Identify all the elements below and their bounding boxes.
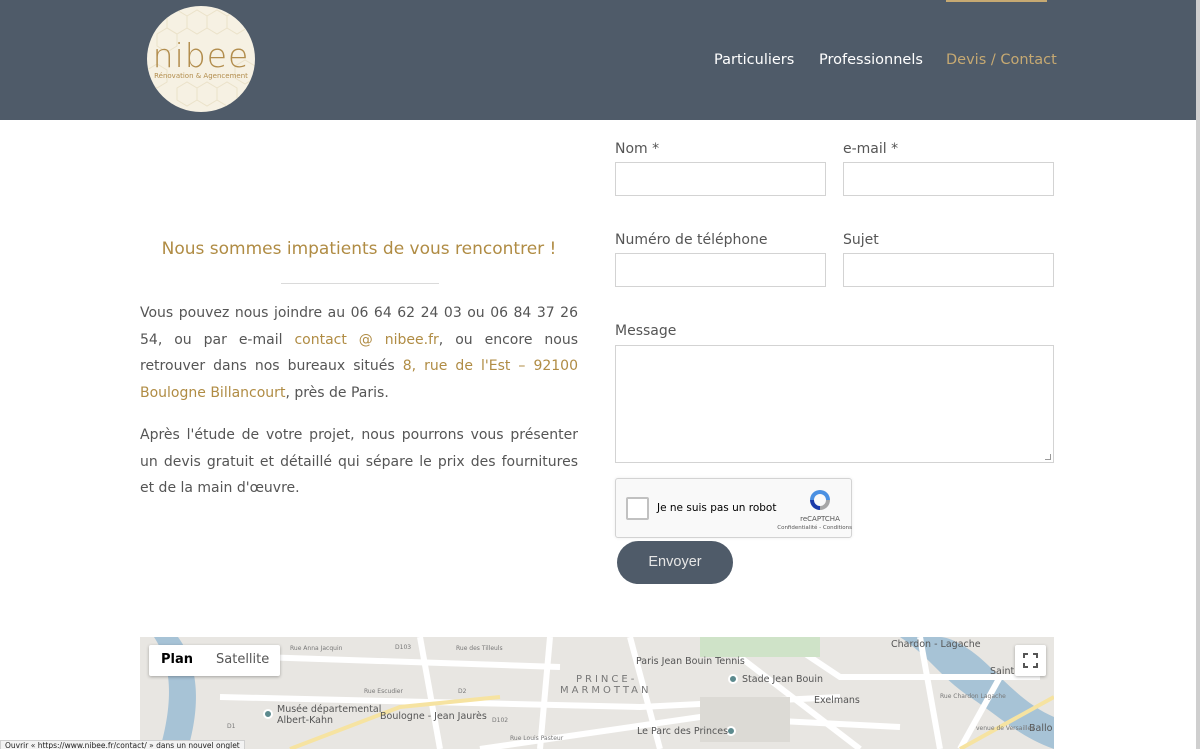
contact-tagline: Nous sommes impatients de vous rencontre… (161, 239, 557, 259)
recaptcha-checkbox[interactable] (626, 497, 649, 520)
map-label-parc-princes: Le Parc des Princes (637, 726, 729, 737)
logo-wordmark: nibee (152, 36, 250, 75)
map-label-rue-anna-jacquin: Rue Anna Jacquin (290, 645, 343, 652)
nom-label: Nom * (615, 141, 660, 157)
map-label-saint: Saint (990, 666, 1015, 677)
header-accent-bar (946, 0, 1047, 2)
map-label-avenue-versailles: venue de Versailles (976, 725, 1035, 732)
map-plan-button[interactable]: Plan (161, 652, 193, 667)
nav-professionnels[interactable]: Professionnels (819, 52, 923, 68)
map-label-rue-escudier: Rue Escudier (364, 688, 403, 695)
map-fullscreen-button[interactable] (1015, 645, 1046, 676)
recaptcha-label: Je ne suis pas un robot (657, 502, 777, 514)
recaptcha-brand: reCAPTCHA (800, 515, 840, 523)
map-label-d103: D103 (395, 644, 412, 651)
email-label: e-mail * (843, 141, 899, 157)
quote-paragraph: Après l'étude de votre projet, nous pour… (140, 427, 578, 496)
phone-input[interactable] (615, 253, 826, 287)
map-label-prince-1: PRINCE- (576, 674, 638, 685)
map-pin-musee[interactable] (263, 709, 273, 719)
map-label-musee-1: Musée départemental (277, 704, 382, 715)
recaptcha-widget: Je ne suis pas un robot reCAPTCHA Confid… (615, 478, 852, 538)
logo-subtitle: Rénovation & Agencement (154, 72, 248, 80)
map-label-prince-2: MARMOTTAN (560, 685, 652, 696)
resize-handle-icon[interactable] (1045, 454, 1051, 460)
message-label: Message (615, 323, 677, 339)
map-label-chardon: Chardon - Lagache (891, 639, 981, 650)
subject-label: Sujet (843, 232, 879, 248)
map-label-stade-jean-bouin: Stade Jean Bouin (742, 674, 823, 685)
map-label-rue-des-tilleuls: Rue des Tilleuls (456, 645, 503, 652)
nom-input[interactable] (615, 162, 826, 196)
contact-paragraph: Vous pouvez nous joindre au 06 64 62 24 … (140, 300, 578, 406)
scrollbar-track[interactable] (1196, 0, 1200, 749)
map-label-rue-chardon-lagache: Rue Chardon Lagache (940, 693, 1006, 700)
map-label-d1: D1 (227, 723, 236, 730)
message-textarea[interactable] (615, 345, 1054, 463)
tagline-divider (281, 283, 439, 284)
browser-status-bar: Ouvrir « https://www.nibee.fr/contact/ »… (0, 740, 245, 749)
subject-input[interactable] (843, 253, 1054, 287)
map-type-toggle: Plan Satellite (149, 645, 280, 676)
email-input[interactable] (843, 162, 1054, 196)
map-label-exelmans: Exelmans (814, 695, 860, 706)
google-map[interactable]: Plan Satellite Chardon - Lagache Paris J… (140, 637, 1054, 749)
envoyer-button[interactable]: Envoyer (617, 541, 733, 584)
recaptcha-logo-icon (810, 490, 830, 510)
nav-particuliers[interactable]: Particuliers (714, 52, 794, 68)
map-label-musee-2: Albert-Kahn (277, 715, 333, 726)
map-satellite-button[interactable]: Satellite (216, 652, 269, 667)
contact-email-link[interactable]: contact @ nibee.fr (294, 332, 438, 348)
phone-label: Numéro de téléphone (615, 232, 768, 248)
map-pin-stade[interactable] (728, 674, 738, 684)
recaptcha-privacy-links[interactable]: Confidentialité - Conditions (762, 525, 852, 531)
map-label-d102: D102 (492, 717, 509, 724)
nav-devis-contact[interactable]: Devis / Contact (946, 52, 1057, 68)
map-label-rue-louis-pasteur: Rue Louis Pasteur (510, 735, 564, 742)
site-logo[interactable]: nibee Rénovation & Agencement (147, 6, 255, 112)
fullscreen-icon (1023, 653, 1038, 668)
contact-text-c: , près de Paris. (285, 384, 389, 401)
map-label-boulogne-jaures: Boulogne - Jean Jaurès (380, 711, 487, 722)
map-label-jean-bouin-tennis: Paris Jean Bouin Tennis (636, 656, 745, 667)
site-header: nibee Rénovation & Agencement Particulie… (0, 0, 1196, 120)
map-label-d2: D2 (458, 688, 467, 695)
page: nibee Rénovation & Agencement Particulie… (0, 0, 1200, 749)
